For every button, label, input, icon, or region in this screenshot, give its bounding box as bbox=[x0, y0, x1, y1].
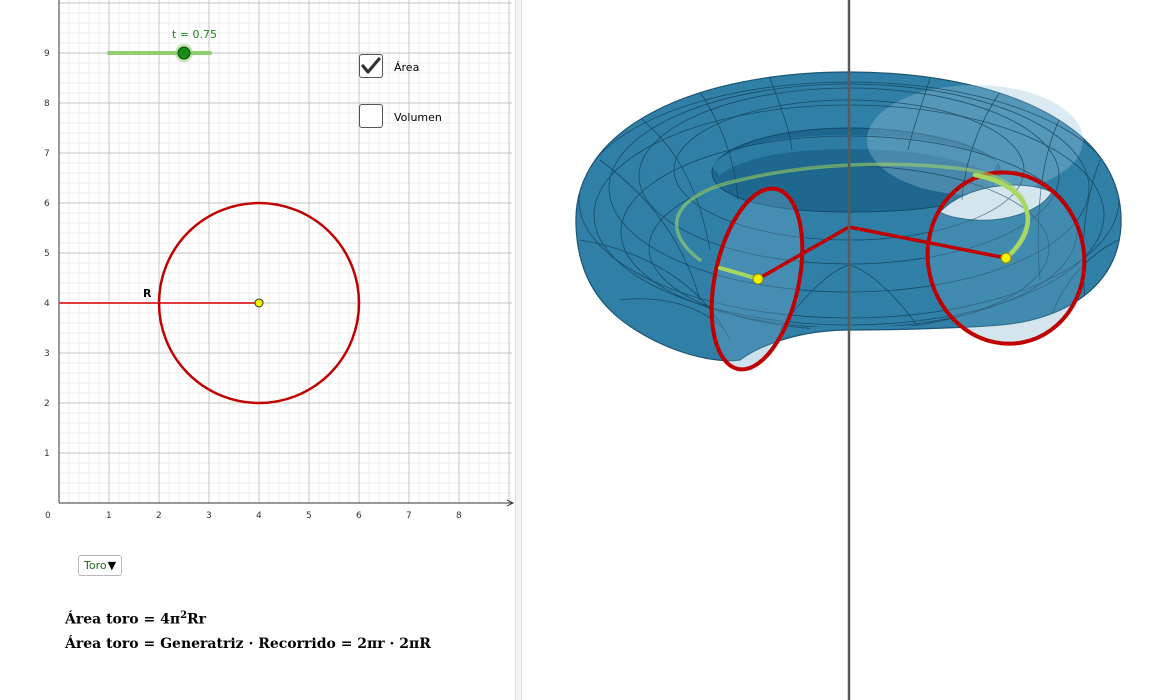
panel-divider[interactable] bbox=[515, 0, 522, 700]
y-tick-label: 2 bbox=[44, 399, 50, 409]
shape-dropdown[interactable]: Toro ▼ bbox=[78, 555, 122, 576]
area-checkbox-label: Área bbox=[394, 61, 420, 74]
graphics-view-3d[interactable] bbox=[522, 0, 1150, 700]
x-tick-label: 7 bbox=[406, 511, 412, 521]
graphics-view-2d[interactable]: 0 1 2 3 4 5 6 7 8 1 2 3 4 5 6 7 8 9 t = 0.75 R bbox=[0, 0, 515, 700]
formula-line1-suffix: Rr bbox=[187, 611, 207, 628]
x-tick-label: 5 bbox=[306, 511, 312, 521]
minor-grid bbox=[59, 0, 512, 503]
volume-checkbox[interactable] bbox=[359, 104, 383, 128]
y-tick-label: 1 bbox=[44, 449, 50, 459]
x-axis bbox=[59, 499, 515, 507]
y-tick-label: 9 bbox=[44, 49, 50, 59]
formula-line1-prefix: Área toro = 4π bbox=[65, 611, 181, 628]
x-tick-label: 2 bbox=[156, 511, 162, 521]
y-tick-label: 6 bbox=[44, 199, 50, 209]
segment-label-R: R bbox=[143, 287, 152, 300]
y-tick-label: 5 bbox=[44, 249, 50, 259]
right-center-point[interactable] bbox=[1000, 252, 1012, 264]
x-tick-label: 3 bbox=[206, 511, 212, 521]
checkmark-icon bbox=[361, 57, 381, 74]
x-tick-label: 4 bbox=[256, 511, 262, 521]
x-tick-label: 8 bbox=[456, 511, 462, 521]
major-grid bbox=[58, 0, 512, 504]
dropdown-selected-value: Toro bbox=[84, 559, 107, 572]
circle-center-point[interactable] bbox=[254, 298, 264, 308]
volume-checkbox-label: Volumen bbox=[394, 111, 442, 124]
left-center-point[interactable] bbox=[752, 273, 764, 285]
y-tick-label: 3 bbox=[44, 349, 50, 359]
y-tick-labels: 1 2 3 4 5 6 7 8 9 bbox=[44, 49, 50, 459]
slider-handle[interactable] bbox=[177, 46, 191, 60]
y-tick-label: 4 bbox=[44, 299, 50, 309]
y-tick-label: 8 bbox=[44, 99, 50, 109]
y-tick-label: 7 bbox=[44, 149, 50, 159]
formula-line1-exponent: 2 bbox=[180, 610, 188, 621]
x-tick-label: 6 bbox=[356, 511, 362, 521]
formula-area-torus: Área toro = 4π2Rr bbox=[65, 610, 206, 628]
dropdown-arrow-icon: ▼ bbox=[107, 559, 117, 572]
area-checkbox[interactable] bbox=[359, 54, 383, 78]
x-tick-label: 0 bbox=[45, 511, 51, 521]
x-tick-label: 1 bbox=[106, 511, 112, 521]
x-tick-labels: 0 1 2 3 4 5 6 7 8 bbox=[45, 511, 462, 521]
slider-label: t = 0.75 bbox=[172, 28, 217, 41]
formula-area-generatrix: Área toro = Generatriz · Recorrido = 2πr… bbox=[65, 636, 431, 652]
